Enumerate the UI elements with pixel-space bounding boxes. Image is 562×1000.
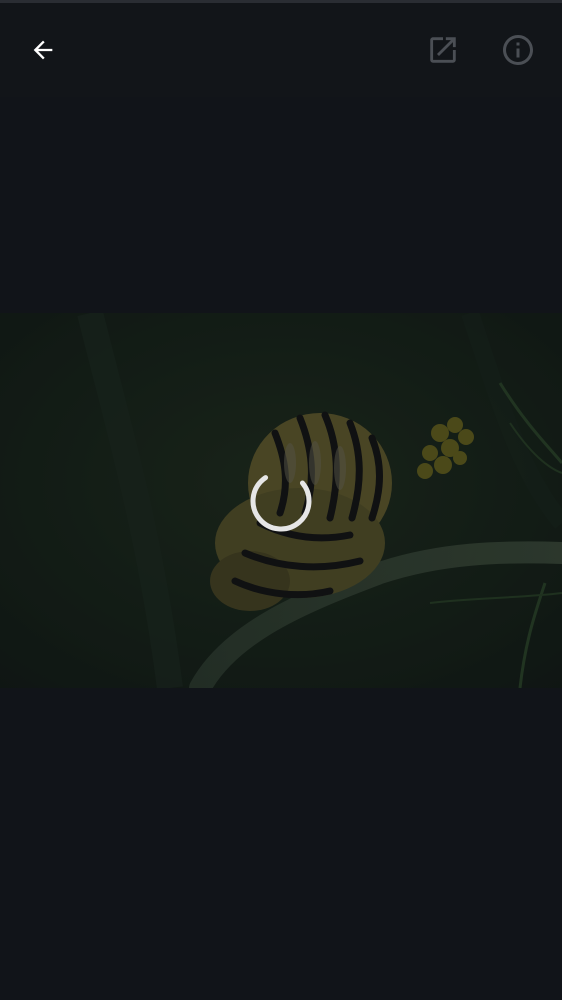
image-viewer-screen bbox=[0, 0, 562, 1000]
open-in-new-icon bbox=[430, 37, 456, 63]
back-button[interactable] bbox=[19, 26, 67, 74]
arrow-left-icon bbox=[33, 40, 53, 60]
open-in-new-button[interactable] bbox=[419, 26, 467, 74]
info-icon bbox=[503, 35, 533, 65]
loading-spinner-icon bbox=[250, 470, 312, 532]
top-app-bar bbox=[0, 3, 562, 97]
photo-view[interactable] bbox=[0, 313, 562, 688]
info-button[interactable] bbox=[494, 26, 542, 74]
